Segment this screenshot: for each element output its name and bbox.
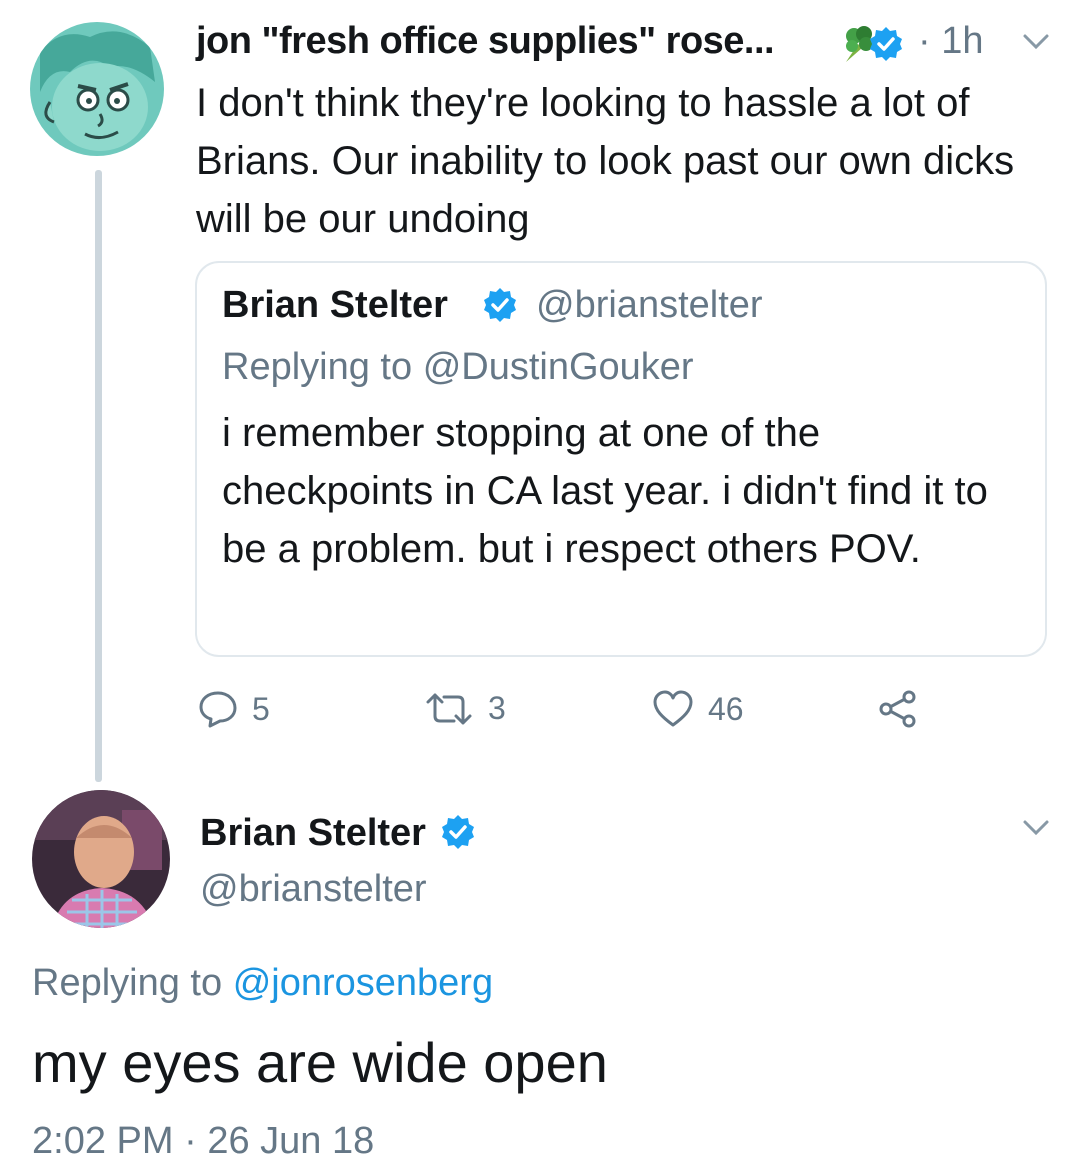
avatar-brian[interactable]	[32, 790, 170, 928]
tweet1-time-label: 1h	[941, 20, 984, 62]
timestamp-time: 2:02 PM	[32, 1120, 174, 1162]
tweet1-time[interactable]: · 1h	[918, 20, 984, 63]
quoted-text: i remember stopping at one of the checkp…	[222, 411, 988, 571]
reply-count: 5	[252, 690, 270, 727]
reply-button[interactable]: 5	[198, 690, 270, 728]
thread-connector-line	[95, 170, 102, 782]
verified-badge-icon	[440, 814, 476, 850]
quoted-display-name: Brian Stelter	[222, 284, 448, 326]
share-button[interactable]	[878, 690, 918, 728]
avatar-jon[interactable]	[30, 22, 164, 156]
tweet2-text: my eyes are wide open	[32, 1031, 608, 1094]
separator-dot: ·	[918, 20, 931, 62]
separator-dot: ·	[184, 1120, 197, 1162]
retweet-count: 3	[488, 690, 506, 726]
chevron-down-icon[interactable]	[1022, 818, 1050, 838]
quoted-replying-to: Replying to @DustinGouker	[222, 346, 694, 389]
tweet2-timestamp: 2:02 PM · 26 Jun 18	[32, 1120, 374, 1163]
tweet2-handle[interactable]: @brianstelter	[200, 868, 427, 911]
replying-prefix: Replying to	[32, 962, 223, 1004]
replying-to-handle: @DustinGouker	[422, 346, 694, 388]
tweet2-display-name[interactable]: Brian Stelter	[200, 812, 426, 855]
quoted-handle: @brianstelter	[536, 284, 763, 326]
verified-badge-icon	[482, 287, 518, 323]
replying-to-link[interactable]: @jonrosenberg	[233, 962, 493, 1004]
retweet-button[interactable]: 3	[424, 690, 506, 727]
replying-prefix: Replying to	[222, 346, 413, 388]
share-icon	[879, 690, 916, 728]
tweet1-text: I don't think they're looking to hassle …	[196, 81, 1015, 241]
verified-badge-icon	[868, 26, 904, 62]
like-button[interactable]: 46	[652, 690, 744, 728]
timestamp-date: 26 Jun 18	[207, 1120, 375, 1162]
tweet1-display-name[interactable]: jon "fresh office supplies" rose...	[196, 20, 775, 63]
retweet-icon	[426, 693, 472, 724]
tweet2-replying-to: Replying to @jonrosenberg	[32, 962, 493, 1005]
like-count: 46	[708, 690, 744, 727]
chevron-down-icon[interactable]	[1022, 32, 1050, 52]
like-icon	[653, 690, 693, 727]
reply-icon	[199, 691, 237, 728]
